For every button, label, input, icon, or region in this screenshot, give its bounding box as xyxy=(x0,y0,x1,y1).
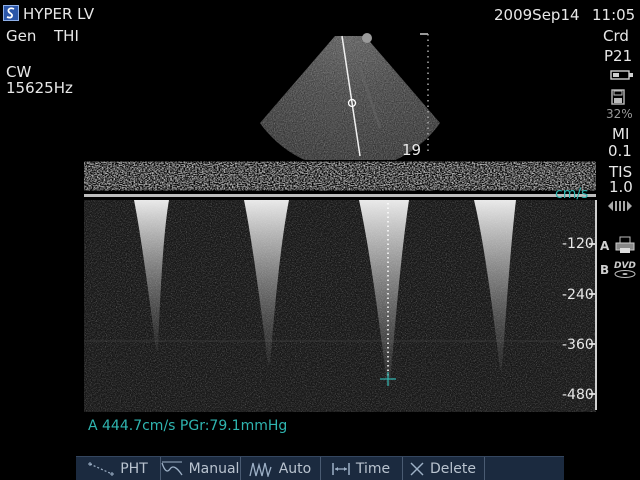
delete-label: Delete xyxy=(430,461,476,477)
time-button[interactable]: Time xyxy=(320,457,403,480)
time-label: Time xyxy=(355,461,391,477)
empty-menu-slot xyxy=(484,457,564,480)
mode-thi: THI xyxy=(54,27,79,45)
storage-percent: 32% xyxy=(606,107,633,121)
orientation-marker xyxy=(362,33,372,43)
mi-label: MI xyxy=(612,125,630,143)
pht-icon xyxy=(88,462,115,476)
pht-button[interactable]: PHT xyxy=(76,457,161,480)
scale-label: -120 xyxy=(562,236,594,252)
auto-trace-icon xyxy=(249,462,272,477)
printer-icon xyxy=(615,236,635,253)
delete-icon xyxy=(410,462,424,476)
date-label: 2009Sep14 xyxy=(494,6,580,24)
tis-value: 1.0 xyxy=(609,178,633,196)
m-mode-strip xyxy=(84,160,596,192)
scale-label: -240 xyxy=(562,287,594,303)
scale-label: -480 xyxy=(562,387,594,403)
manual-button[interactable]: Manual xyxy=(160,457,241,480)
mode-gen: Gen xyxy=(6,27,37,45)
preset-label: Crd xyxy=(603,27,629,45)
print-b-label: B xyxy=(600,263,610,277)
dvd-icon: DVD xyxy=(614,261,636,278)
doppler-mode: CW xyxy=(6,63,32,81)
svg-text:DVD: DVD xyxy=(614,261,636,271)
manual-label: Manual xyxy=(188,461,240,477)
scroll-arrows-icon xyxy=(608,201,632,211)
pht-label: PHT xyxy=(120,461,148,477)
velocity-scale xyxy=(595,200,597,410)
storage-icon xyxy=(611,89,625,105)
manual-trace-icon xyxy=(160,461,183,476)
depth-value: 19 xyxy=(402,141,422,159)
measurement-menu: PHT Manual Auto Time Delete xyxy=(76,456,564,480)
measurement-result: A 444.7cm/s PGr:79.1mmHg xyxy=(88,418,288,434)
mi-value: 0.1 xyxy=(608,142,632,160)
doppler-spectrum[interactable] xyxy=(84,200,596,412)
time-caliper-icon xyxy=(332,463,350,475)
probe-icon xyxy=(610,70,633,80)
scale-label: -360 xyxy=(562,337,594,353)
delete-button[interactable]: Delete xyxy=(402,457,485,480)
depth-scale xyxy=(420,33,429,154)
auto-button[interactable]: Auto xyxy=(240,457,321,480)
auto-label: Auto xyxy=(278,461,312,477)
app-title: HYPER LV xyxy=(23,5,95,23)
spectrum-baseline xyxy=(84,194,596,197)
logo-icon xyxy=(3,5,19,21)
probe-label: P21 xyxy=(604,47,633,65)
prf-value: 15625Hz xyxy=(6,79,73,97)
ultrasound-screen: HYPER LV Gen THI CW 15625Hz 2009Sep14 11… xyxy=(0,0,640,480)
print-a-label: A xyxy=(600,239,610,253)
time-label: 11:05 xyxy=(592,6,636,24)
